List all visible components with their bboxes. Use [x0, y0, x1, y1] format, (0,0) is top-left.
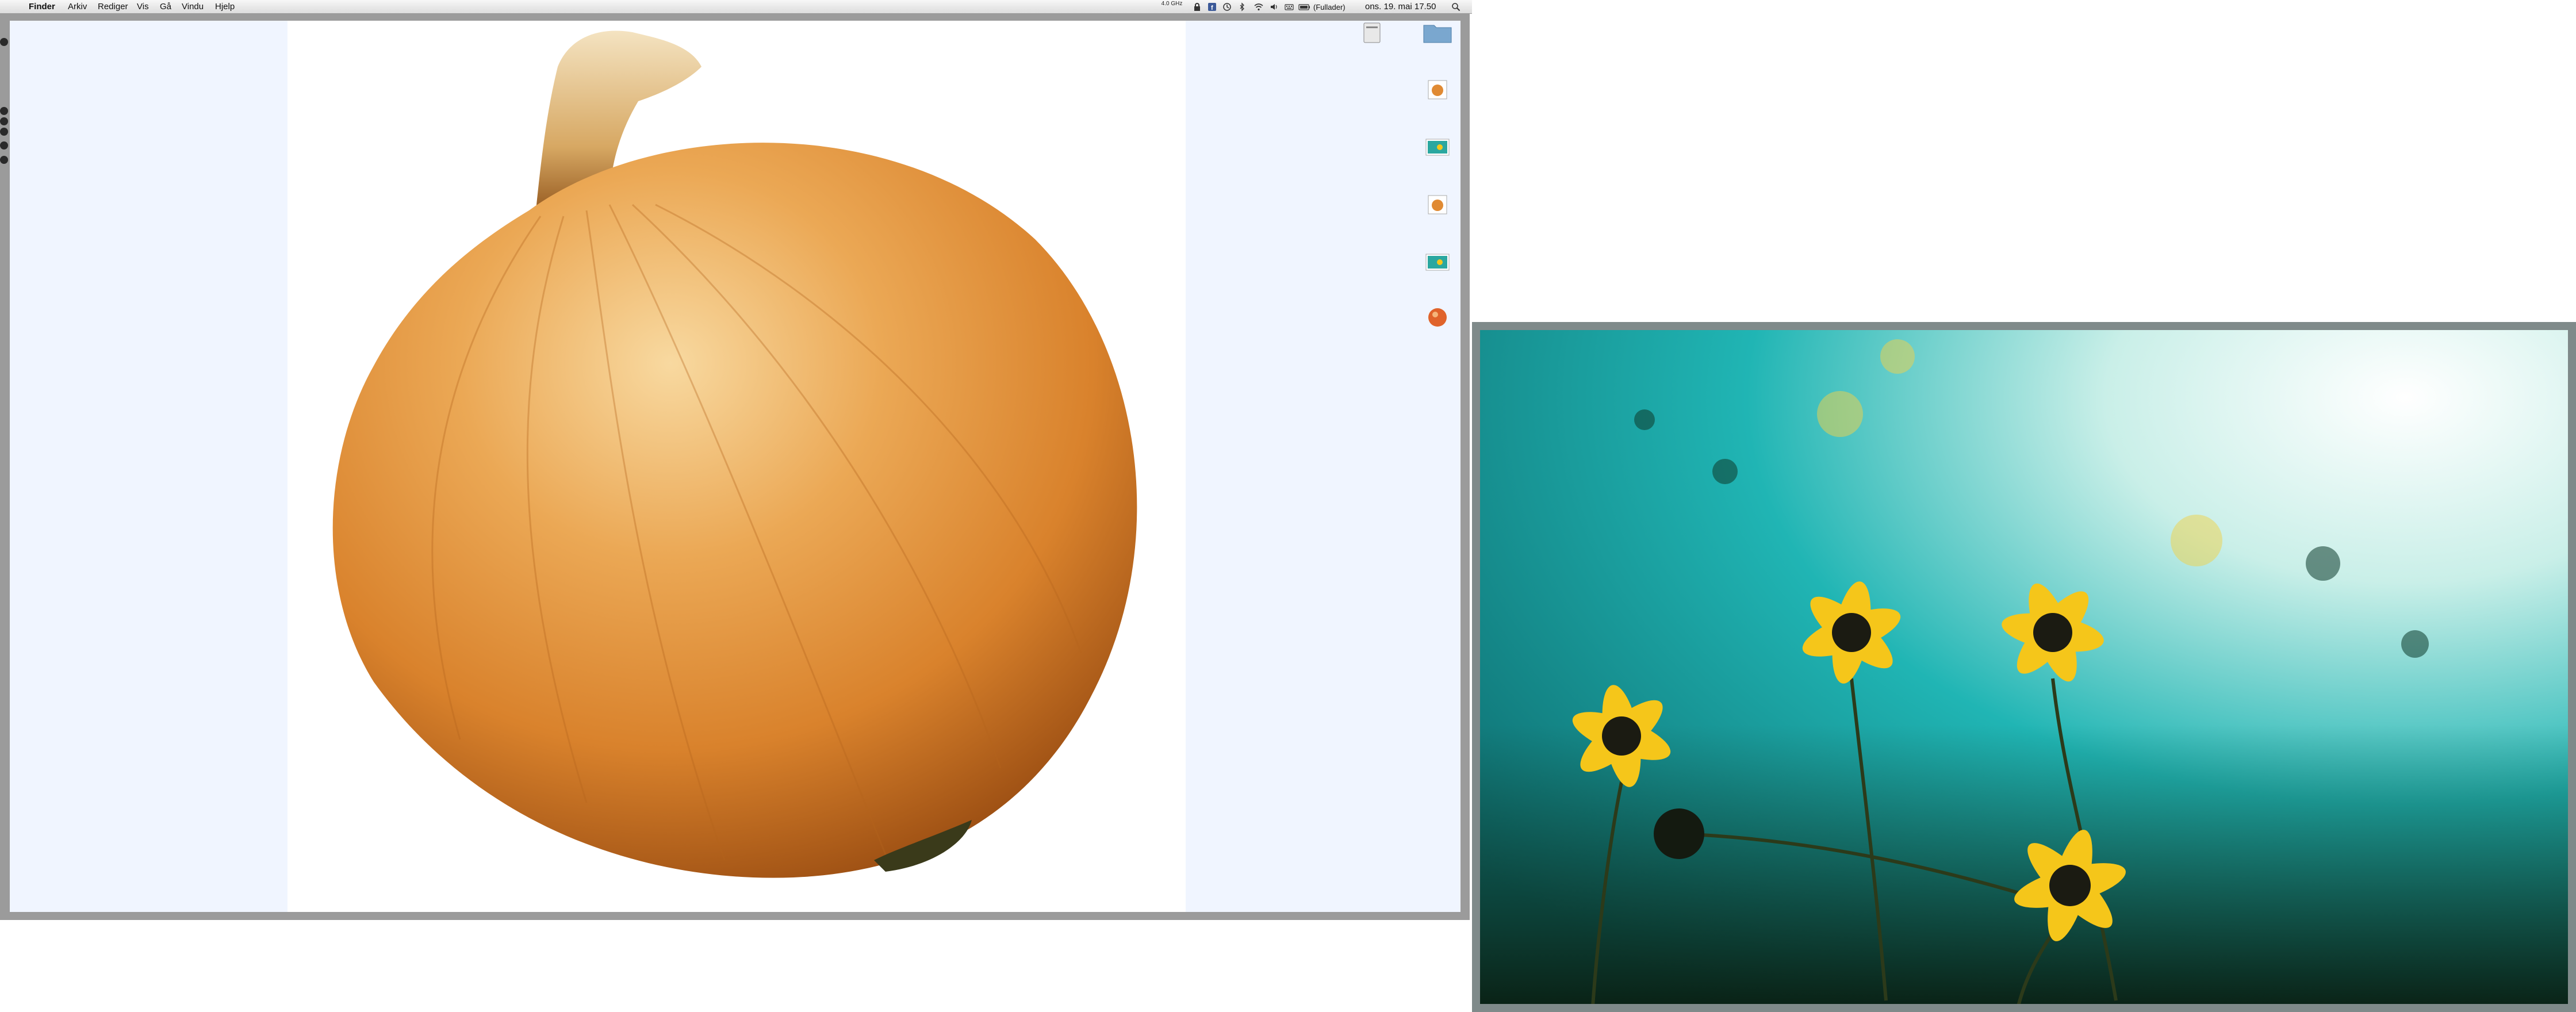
edge-dot — [0, 156, 8, 164]
desktop-icon-label — [1409, 46, 1466, 59]
desktop-icon-label — [1409, 161, 1466, 174]
menu-bar: Finder Arkiv Rediger Vis Gå Vindu Hjelp … — [0, 0, 1472, 14]
desktop-icon-label — [1409, 103, 1466, 116]
desktop-icon-label — [1409, 331, 1466, 344]
onion-photo — [332, 30, 1137, 878]
battery-status-text[interactable]: (Fullader) — [1313, 3, 1346, 12]
image-canvas — [288, 21, 1186, 912]
menu-vindu[interactable]: Vindu — [182, 2, 204, 12]
image-file-icon — [1423, 78, 1452, 101]
flower-photo — [1472, 322, 2576, 1012]
menu-bar-clock[interactable]: ons. 19. mai 17.50 — [1365, 2, 1436, 12]
edge-dot — [0, 117, 8, 125]
lock-icon[interactable] — [1193, 2, 1202, 12]
keyboard-icon[interactable] — [1285, 2, 1294, 12]
edge-dot — [0, 141, 8, 150]
image-window — [0, 14, 1470, 920]
image-file-icon — [1423, 306, 1452, 329]
edge-dot — [0, 38, 8, 46]
desktop-icon-label — [1409, 276, 1466, 289]
spotlight-icon[interactable] — [1451, 2, 1460, 12]
desktop-icon-label — [1409, 218, 1466, 231]
menu-arkiv[interactable]: Arkiv — [68, 2, 87, 12]
desktop-icon-folder[interactable] — [1409, 21, 1466, 59]
desktop-icon-image-4[interactable] — [1409, 251, 1466, 289]
wifi-icon[interactable] — [1254, 2, 1263, 12]
desktop-icon-image-1[interactable] — [1409, 78, 1466, 116]
flower-photo-window — [1472, 322, 2576, 1012]
svg-text:f: f — [1211, 5, 1213, 12]
desktop-icon-image-3[interactable] — [1409, 193, 1466, 231]
battery-icon[interactable] — [1298, 2, 1311, 12]
desktop-icon-disk[interactable] — [1343, 21, 1401, 59]
window-left-edge — [0, 21, 10, 912]
bluetooth-icon[interactable] — [1237, 2, 1247, 12]
menu-rediger[interactable]: Rediger — [98, 2, 128, 12]
desktop-icon-label — [1343, 46, 1401, 59]
image-file-icon — [1423, 193, 1452, 216]
menu-vis[interactable]: Vis — [137, 2, 149, 12]
facebook-icon[interactable]: f — [1208, 2, 1217, 12]
volume-icon[interactable] — [1270, 2, 1279, 12]
menu-finder[interactable]: Finder — [29, 2, 55, 12]
disk-icon — [1357, 21, 1387, 44]
menu-hjelp[interactable]: Hjelp — [215, 2, 235, 12]
edge-dot — [0, 107, 8, 115]
folder-icon — [1423, 21, 1452, 44]
desktop-icon-image-5[interactable] — [1409, 306, 1466, 344]
edge-dot — [0, 128, 8, 136]
flower-bud — [1654, 808, 1704, 859]
menu-ga[interactable]: Gå — [160, 2, 171, 12]
image-file-icon — [1423, 251, 1452, 274]
desktop-icon-image-2[interactable] — [1409, 136, 1466, 174]
image-file-icon — [1423, 136, 1452, 159]
status-cpu-text[interactable]: 4.0 GHz — [1160, 1, 1183, 7]
window-left-panel — [10, 21, 288, 912]
time-machine-icon[interactable] — [1222, 2, 1232, 12]
